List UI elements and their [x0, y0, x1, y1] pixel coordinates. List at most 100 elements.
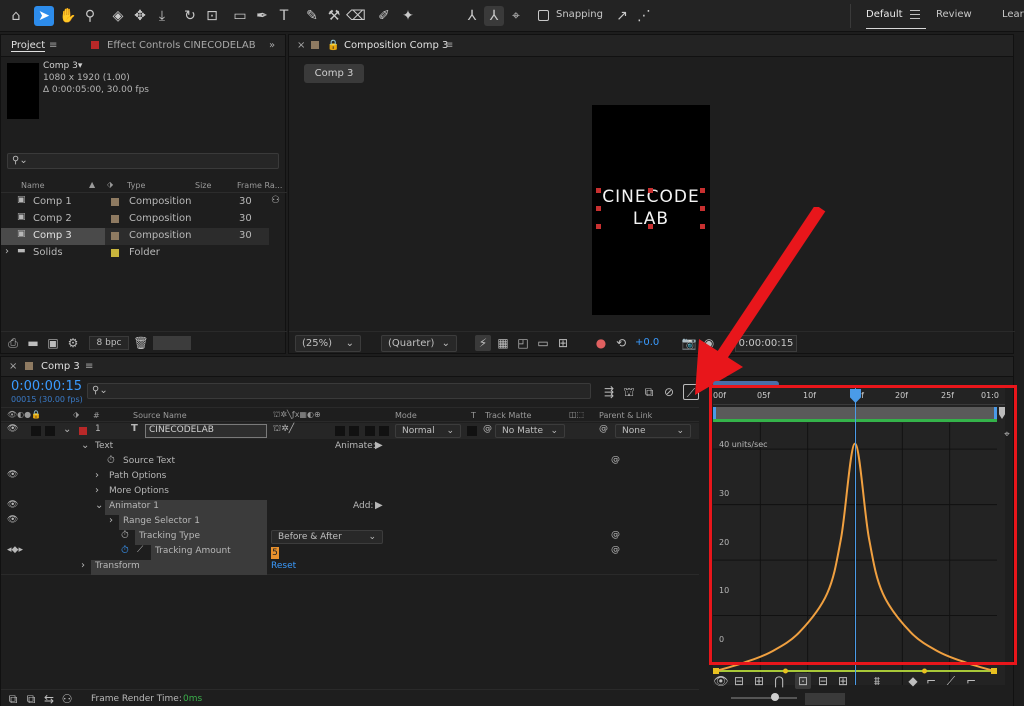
bounding-handle[interactable] — [648, 224, 653, 229]
thumbnail-slider[interactable] — [153, 336, 191, 350]
selection-tool-icon[interactable]: ➤ — [34, 6, 54, 26]
reset-link[interactable]: Reset — [271, 561, 296, 571]
switches-icons[interactable]: ⛫✲╲ƒx▦◐⊕ — [273, 410, 321, 420]
workspace-menu-icon[interactable] — [910, 10, 920, 11]
expand-in-out-icon[interactable]: ⇆ — [41, 691, 57, 706]
sort-up-icon[interactable]: ▲ — [89, 180, 95, 189]
parent-dropdown[interactable]: None ⌄ — [615, 424, 691, 438]
label-color-swatch[interactable] — [79, 427, 87, 435]
stopwatch-active-icon[interactable]: ⏱ — [121, 545, 129, 556]
expression-pick-whip-icon[interactable]: @ — [611, 455, 620, 465]
comp-breadcrumb[interactable]: Comp 3 — [304, 64, 364, 83]
hide-shy-layers-icon[interactable]: ⧉ — [641, 384, 657, 400]
layer-row[interactable]: 👁 ⌄ 1 T CINECODELAB ⛫✲╱ Normal ⌄ @ No Mat… — [1, 423, 699, 439]
stopwatch-icon[interactable]: ⏱ — [121, 530, 129, 541]
adjust-settings-icon[interactable]: ⚙ — [65, 335, 81, 351]
col-track-matte[interactable]: Track Matte — [485, 411, 531, 420]
visibility-eye-icon[interactable]: 👁 — [7, 500, 18, 510]
fit-selection-icon[interactable]: ⊡ — [795, 673, 811, 689]
graph-toggle-icon[interactable]: ⟋ — [137, 545, 143, 555]
switch-box[interactable] — [335, 426, 345, 436]
dolly-camera-icon[interactable]: ⤓ — [152, 6, 172, 26]
add-menu-icon[interactable]: ▶ — [375, 500, 383, 511]
label-tag-icon[interactable]: ⬗ — [73, 410, 79, 419]
new-folder-icon[interactable]: ▬ — [25, 335, 41, 351]
panel-menu-icon[interactable]: ≡ — [49, 40, 57, 51]
label-tag-icon[interactable]: ⬗ — [107, 180, 113, 189]
workspace-learn[interactable]: Lear — [1002, 9, 1024, 20]
col-parent[interactable]: Parent & Link — [599, 411, 652, 420]
chevron-right-icon[interactable]: › — [5, 246, 9, 257]
prop-row-animator[interactable]: 👁 ⌄ Animator 1 Add: ▶ — [1, 500, 699, 515]
brush-tool-icon[interactable]: ✎ — [302, 6, 322, 26]
chevron-right-icon[interactable]: › — [109, 515, 113, 526]
col-name[interactable]: Name — [21, 181, 45, 190]
flowchart-icon[interactable]: ⚇ — [271, 195, 280, 206]
matte-icons[interactable]: ◫⬚ — [569, 410, 584, 419]
expression-pick-whip-icon[interactable]: @ — [611, 545, 620, 555]
draft-3d-icon[interactable]: ⛫ — [621, 384, 637, 400]
prop-row-range-selector[interactable]: 👁 › Range Selector 1 — [1, 515, 699, 530]
chevron-right-icon[interactable]: › — [95, 485, 99, 496]
workspace-default[interactable]: Default — [866, 9, 903, 20]
tracking-amount-value[interactable]: 5 — [271, 547, 279, 559]
bounding-handle[interactable] — [700, 188, 705, 193]
pen-tool-icon[interactable]: ✒ — [252, 6, 272, 26]
world-axis-icon[interactable]: ⅄ — [484, 6, 504, 26]
trash-icon[interactable]: 🗑 — [133, 335, 149, 351]
track-matte-dropdown[interactable]: No Matte ⌄ — [495, 424, 565, 438]
snapping-checkbox[interactable] — [538, 10, 549, 21]
current-time-display[interactable]: 0:00:00:15 — [11, 379, 82, 394]
col-type[interactable]: Type — [127, 181, 145, 190]
workspace-review[interactable]: Review — [936, 9, 972, 20]
view-axis-icon[interactable]: ⌖ — [506, 6, 526, 26]
snap-edges-icon[interactable]: ↗ — [612, 6, 632, 26]
bounding-handle[interactable] — [596, 224, 601, 229]
resolution-dropdown[interactable]: (Quarter) ⌄ — [381, 335, 457, 352]
tab-timeline-comp3[interactable]: Comp 3 — [41, 361, 80, 372]
visibility-eye-icon[interactable]: 👁 — [7, 515, 18, 525]
parent-pick-whip-icon[interactable]: @ — [599, 424, 608, 434]
tab-effect-controls[interactable]: Effect Controls CINECODELAB — [107, 40, 256, 51]
visibility-eye-icon[interactable]: 👁 — [713, 673, 729, 689]
prop-row-transform[interactable]: › Transform Reset — [1, 560, 699, 575]
chevron-right-icon[interactable]: › — [95, 470, 99, 481]
region-of-interest-icon[interactable]: ▭ — [535, 335, 551, 351]
project-item-solids[interactable]: › ▬ Solids Folder — [1, 245, 269, 262]
composition-mini-flowchart-icon[interactable]: ⇶ — [601, 384, 617, 400]
col-size[interactable]: Size — [195, 181, 211, 190]
mask-visibility-icon[interactable]: ◰ — [515, 335, 531, 351]
color-channels-icon[interactable]: ● — [593, 335, 609, 351]
hand-tool-icon[interactable]: ✋ — [58, 6, 78, 26]
col-t[interactable]: T — [471, 411, 476, 420]
project-item-comp1[interactable]: ▣ Comp 1 Composition 30 — [1, 194, 269, 211]
snap-features-icon[interactable]: ⋰ — [634, 6, 654, 26]
zoom-level-box[interactable] — [805, 693, 845, 705]
reset-exposure-icon[interactable]: ⟲ — [613, 335, 629, 351]
layer-name-field[interactable]: CINECODELAB — [145, 424, 267, 438]
panel-menu-icon[interactable]: ≡ — [445, 40, 453, 51]
separate-dimensions-icon[interactable]: ⊞ — [835, 673, 851, 689]
expand-layer-switches-icon[interactable]: ⧉ — [5, 691, 21, 706]
auto-bezier-icon[interactable]: ⟋ — [943, 673, 959, 689]
zoom-dropdown[interactable]: (25%) ⌄ — [295, 335, 361, 352]
new-composition-icon[interactable]: ▣ — [45, 335, 61, 351]
zoom-slider-track[interactable] — [731, 697, 797, 699]
panel-overflow-icon[interactable]: » — [269, 40, 275, 51]
visibility-eye-icon[interactable]: 👁 — [7, 424, 18, 434]
bounding-handle[interactable] — [596, 188, 601, 193]
switch-box[interactable] — [379, 426, 389, 436]
graph-type-icon[interactable]: ⊟ — [731, 673, 747, 689]
type-tool-icon[interactable]: T — [274, 6, 294, 26]
close-tab-icon[interactable]: × — [9, 361, 17, 372]
switch-box[interactable] — [365, 426, 375, 436]
switch-box[interactable] — [349, 426, 359, 436]
guides-grid-icon[interactable]: ⊞ — [555, 335, 571, 351]
animate-menu-icon[interactable]: ▶ — [375, 440, 383, 451]
frame-blending-icon[interactable]: ⊘ — [661, 384, 677, 400]
close-tab-icon[interactable]: × — [297, 40, 305, 51]
preserve-transparency-box[interactable] — [467, 426, 477, 436]
snapshot-graph-icon[interactable]: ⌖ — [999, 427, 1015, 443]
expand-transfer-controls-icon[interactable]: ⧉ — [23, 691, 39, 706]
comp-name[interactable]: Comp 3▾ — [43, 61, 82, 71]
